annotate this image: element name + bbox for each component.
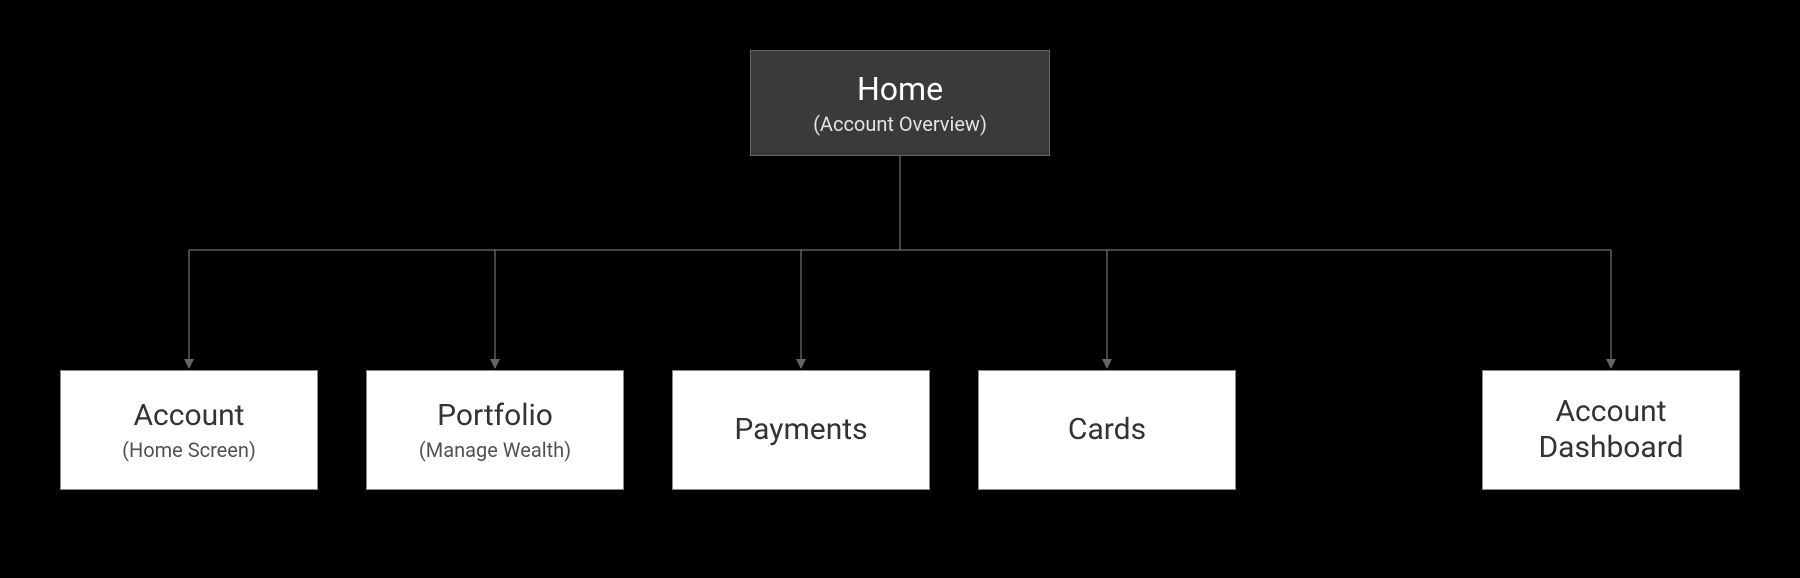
node-cards: Cards: [978, 370, 1236, 490]
node-payments: Payments: [672, 370, 930, 490]
node-payments-title: Payments: [734, 412, 867, 448]
node-account-dashboard: Account Dashboard: [1482, 370, 1740, 490]
node-account-title: Account: [133, 398, 244, 434]
node-portfolio-title: Portfolio: [437, 398, 553, 434]
node-home: Home (Account Overview): [750, 50, 1050, 156]
node-account-subtitle: (Home Screen): [122, 438, 256, 462]
node-portfolio: Portfolio (Manage Wealth): [366, 370, 624, 490]
node-home-title: Home: [857, 70, 943, 108]
node-portfolio-subtitle: (Manage Wealth): [419, 438, 571, 462]
node-home-subtitle: (Account Overview): [813, 112, 987, 136]
node-account: Account (Home Screen): [60, 370, 318, 490]
node-account-dashboard-title: Account Dashboard: [1483, 394, 1739, 466]
node-cards-title: Cards: [1068, 412, 1146, 448]
